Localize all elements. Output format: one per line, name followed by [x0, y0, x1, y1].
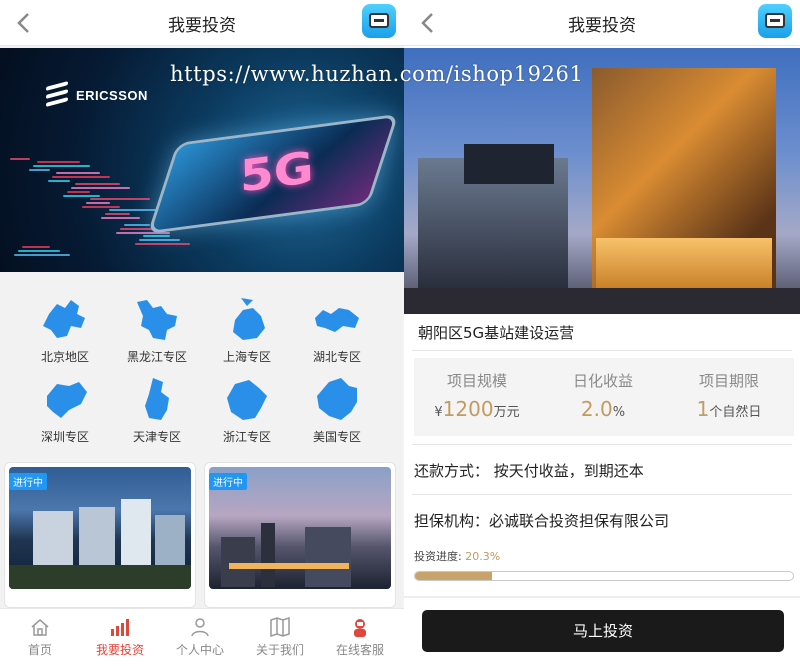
light-streak — [18, 250, 60, 252]
tab-support[interactable]: 在线客服 — [320, 609, 400, 666]
status-badge: 进行中 — [9, 473, 47, 490]
tab-about[interactable]: 关于我们 — [240, 609, 320, 666]
light-streak — [56, 172, 100, 174]
heilongjiang-map-icon — [137, 300, 177, 340]
app-logo-icon[interactable] — [362, 4, 396, 38]
guarantor: 担保机构：必诚联合投资担保有限公司 — [414, 512, 670, 530]
region-heilongjiang[interactable]: 黑龙江专区 — [112, 290, 202, 370]
person-icon — [191, 618, 209, 637]
progress-label: 投资进度: 20.3% — [414, 550, 501, 563]
region-usa[interactable]: 美国专区 — [292, 370, 382, 450]
stat-yield: 日化收益 2.0% — [572, 372, 633, 421]
light-streak — [82, 206, 120, 208]
invest-now-button[interactable]: 马上投资 — [422, 610, 784, 652]
shenzhen-map-icon — [47, 382, 87, 418]
project-card[interactable]: 进行中 — [4, 462, 196, 608]
light-streak — [48, 180, 70, 182]
left-nav-bar: 我要投资 — [0, 0, 404, 46]
street — [404, 288, 800, 314]
light-streak — [67, 191, 90, 193]
project-photo — [404, 48, 800, 314]
progress-fill — [415, 572, 492, 580]
watermark-text: https://www.huzhan.com/ishop19261 — [170, 62, 584, 86]
region-zhejiang[interactable]: 浙江专区 — [202, 370, 292, 450]
light-streak — [139, 239, 180, 241]
divider — [412, 444, 792, 445]
stat-scale: 项目规模 ¥1200万元 — [434, 372, 520, 421]
region-hubei[interactable]: 湖北专区 — [292, 290, 382, 370]
light-streak — [105, 213, 130, 215]
light-streak — [86, 202, 110, 204]
bottom-tab-bar: 首页 我要投资 个人中心 关于我们 在线客服 — [0, 608, 404, 666]
light-streak — [75, 183, 120, 185]
app-logo-icon[interactable] — [758, 4, 792, 38]
zhejiang-map-icon — [227, 380, 267, 420]
brand-name: ERICSSON — [76, 88, 148, 103]
map-book-icon — [270, 617, 290, 637]
usa-map-icon — [317, 378, 357, 420]
region-shenzhen[interactable]: 深圳专区 — [20, 370, 110, 450]
ericsson-logo-icon — [46, 81, 68, 107]
region-shanghai[interactable]: 上海专区 — [202, 290, 292, 370]
light-streak — [90, 198, 150, 200]
shanghai-map-icon — [233, 298, 265, 340]
hubei-map-icon — [315, 308, 359, 332]
investment-progress-bar — [414, 571, 794, 581]
project-title: 朝阳区5G基站建设运营 — [418, 324, 575, 342]
divider — [412, 350, 792, 351]
beijing-map-icon — [43, 300, 85, 338]
light-streak — [33, 165, 90, 167]
light-streak — [52, 176, 110, 178]
light-streak — [143, 235, 170, 237]
light-streak — [71, 187, 130, 189]
stat-term: 项目期限 1个自然日 — [696, 372, 762, 421]
left-screen: 我要投资 ERICSSON 5G 北京地区 黑龙江专区 上海专区 湖北专区 深圳… — [0, 0, 404, 666]
right-screen: 我要投资 朝阳区5G基站建设运营 项目规模 ¥1200万元 日化收益 2.0% … — [404, 0, 800, 666]
5g-badge: 5G — [239, 141, 315, 202]
light-streak — [29, 169, 50, 171]
project-card[interactable]: 进行中 — [204, 462, 396, 608]
tab-profile[interactable]: 个人中心 — [160, 609, 240, 666]
building-glow — [596, 238, 772, 294]
bar-chart-icon — [111, 619, 129, 636]
light-streak — [10, 158, 30, 160]
region-tianjin[interactable]: 天津专区 — [112, 370, 202, 450]
project-stats: 项目规模 ¥1200万元 日化收益 2.0% 项目期限 1个自然日 — [414, 358, 794, 436]
tab-home[interactable]: 首页 — [0, 609, 80, 666]
status-badge: 进行中 — [209, 473, 247, 490]
light-streak — [135, 243, 190, 245]
right-nav-bar: 我要投资 — [404, 0, 800, 46]
page-title: 我要投资 — [168, 16, 236, 36]
light-streak — [101, 217, 140, 219]
divider — [404, 596, 800, 598]
light-streak — [22, 246, 50, 248]
light-streak — [63, 195, 100, 197]
tianjin-map-icon — [145, 378, 169, 420]
light-streak — [124, 224, 150, 226]
support-agent-icon — [354, 619, 366, 637]
light-streak — [116, 232, 170, 234]
page-title: 我要投资 — [568, 16, 636, 36]
region-grid: 北京地区 黑龙江专区 上海专区 湖北专区 深圳专区 天津专区 浙江专区 美国专区 — [0, 276, 404, 456]
divider — [412, 494, 792, 495]
light-streak — [37, 161, 80, 163]
tab-invest[interactable]: 我要投资 — [80, 609, 160, 666]
building-sign — [464, 144, 554, 184]
phone-illustration: 5G — [147, 113, 399, 235]
repayment-method: 还款方式： 按天付收益，到期还本 — [414, 462, 644, 480]
light-streak — [14, 254, 70, 256]
home-icon — [31, 619, 49, 636]
region-beijing[interactable]: 北京地区 — [20, 290, 110, 370]
